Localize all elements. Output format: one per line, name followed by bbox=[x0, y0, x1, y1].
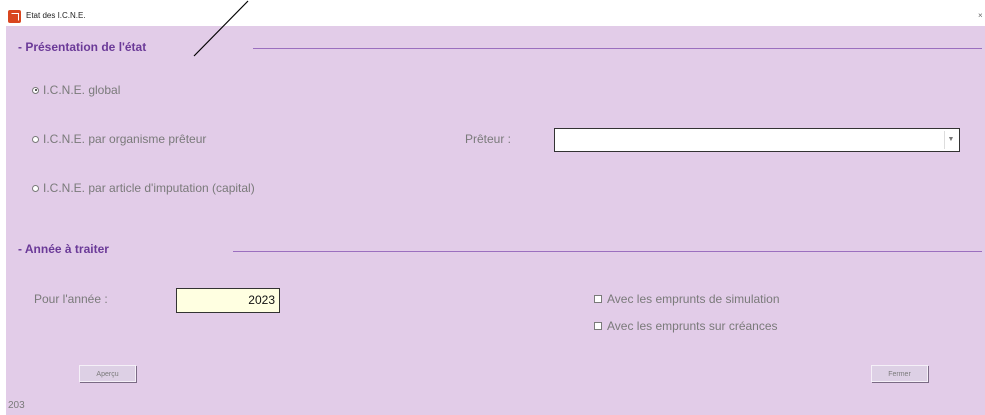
window-title: Etat des I.C.N.E. bbox=[26, 11, 86, 20]
radio-icne-global[interactable]: I.C.N.E. global bbox=[32, 83, 120, 97]
fermer-button[interactable]: Fermer bbox=[871, 365, 928, 382]
section-divider bbox=[233, 251, 982, 252]
checkbox-icon[interactable] bbox=[594, 295, 602, 303]
radio-label: I.C.N.E. par article d'imputation (capit… bbox=[43, 181, 255, 195]
preteur-label: Prêteur : bbox=[465, 132, 512, 146]
preteur-select[interactable]: ▼ bbox=[554, 128, 960, 152]
checkbox-label: Avec les emprunts de simulation bbox=[607, 292, 780, 306]
radio-label: I.C.N.E. global bbox=[43, 83, 121, 97]
annee-label: Pour l'année : bbox=[34, 292, 108, 306]
form-panel bbox=[6, 26, 985, 415]
section-title-annee: - Année à traiter bbox=[18, 242, 109, 256]
close-icon[interactable]: × bbox=[978, 11, 983, 20]
section-title-presentation: - Présentation de l'état bbox=[18, 40, 147, 54]
title-bar: Etat des I.C.N.E. × bbox=[0, 0, 985, 26]
app-icon bbox=[8, 10, 21, 23]
checkbox-icon[interactable] bbox=[594, 322, 602, 330]
checkbox-label: Avec les emprunts sur créances bbox=[607, 319, 778, 333]
radio-icne-preteur[interactable]: I.C.N.E. par organisme prêteur bbox=[32, 132, 206, 146]
radio-icon[interactable] bbox=[32, 86, 39, 94]
radio-icon[interactable] bbox=[32, 135, 39, 143]
apercu-button[interactable]: Aperçu bbox=[79, 365, 136, 382]
annee-input[interactable]: 2023 bbox=[176, 288, 280, 313]
status-code: 203 bbox=[8, 400, 25, 411]
checkbox-simulation[interactable]: Avec les emprunts de simulation bbox=[594, 292, 780, 306]
radio-icon[interactable] bbox=[32, 184, 39, 192]
checkbox-creances[interactable]: Avec les emprunts sur créances bbox=[594, 319, 778, 333]
chevron-down-icon[interactable]: ▼ bbox=[944, 131, 957, 149]
radio-label: I.C.N.E. par organisme prêteur bbox=[43, 132, 207, 146]
radio-icne-article[interactable]: I.C.N.E. par article d'imputation (capit… bbox=[32, 181, 255, 195]
section-divider bbox=[253, 48, 982, 49]
